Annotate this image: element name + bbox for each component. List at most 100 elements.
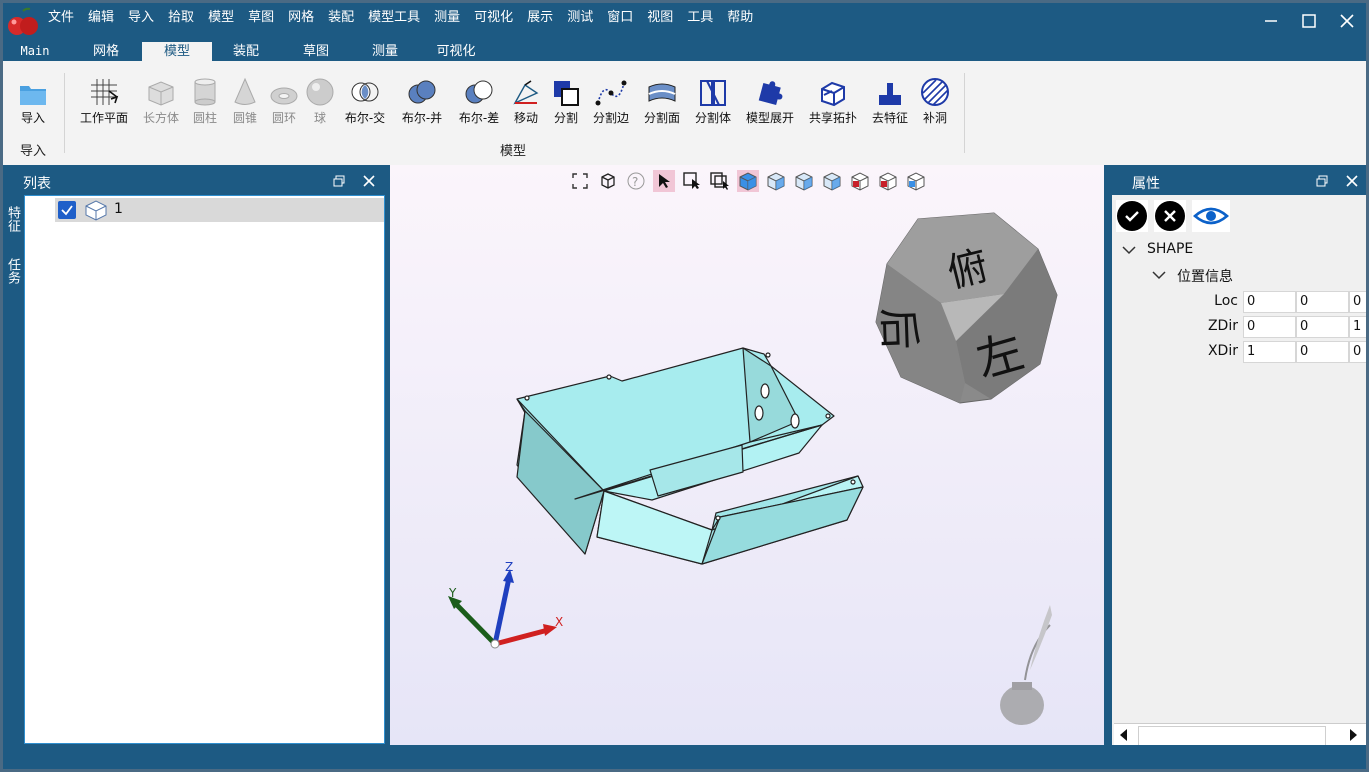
cube-face-side: 后 <box>873 306 925 351</box>
property-name: ZDir <box>1207 318 1238 334</box>
menu-item[interactable]: 模型 <box>201 9 241 27</box>
view-front-icon[interactable] <box>765 170 787 192</box>
ribbon-button-label: 模型展开 <box>745 111 794 125</box>
boolean-union-icon <box>406 75 438 107</box>
ribbon-tab[interactable]: 装配 <box>215 42 277 61</box>
ribbon-separator <box>64 73 65 153</box>
menu-item[interactable]: 测量 <box>427 9 467 27</box>
3d-viewport[interactable]: 俯 左 后 Z Y X <box>390 165 1104 745</box>
ribbon-tab[interactable]: 测量 <box>355 42 415 61</box>
property-name: Loc <box>1214 293 1238 309</box>
axis-z-label: Z <box>505 560 514 574</box>
folder-icon <box>20 86 46 105</box>
ribbon-button-label: 布尔-并 <box>401 111 443 125</box>
list-panel-header: 列表 <box>3 167 383 195</box>
property-value-field[interactable]: 0 <box>1243 316 1296 338</box>
list-item[interactable]: 1 <box>55 198 384 222</box>
defeature-icon <box>877 75 903 107</box>
help-icon[interactable]: ? <box>625 170 647 192</box>
property-value-field[interactable]: 0 <box>1349 341 1366 363</box>
boolean-subtract-icon <box>463 75 495 107</box>
view-cut-icon[interactable] <box>877 170 899 192</box>
ribbon-tab[interactable]: 网格 <box>77 42 135 61</box>
view-iso-icon[interactable] <box>737 170 759 192</box>
maximize-button[interactable] <box>1290 3 1328 39</box>
menu-item[interactable]: 展示 <box>520 9 560 27</box>
ribbon-tab[interactable]: Main <box>3 42 67 61</box>
ribbon: 导入 导入 工作平面 长方体 圆柱 圆锥 圆环球布尔-交 布尔-并 布尔-差 移动 分割 分割边分… <box>3 61 1366 165</box>
menu-item[interactable]: 工具 <box>680 9 720 27</box>
property-value-field[interactable]: 0 <box>1296 291 1349 313</box>
confirm-icon[interactable] <box>1116 200 1148 232</box>
select-pointer-icon[interactable] <box>653 170 675 192</box>
box-select-icon[interactable] <box>681 170 703 192</box>
window-select-icon[interactable] <box>709 170 731 192</box>
unfold-puzzle-icon <box>755 75 785 107</box>
axis-y-label: Y <box>449 586 457 600</box>
menu-item[interactable]: 网格 <box>281 9 321 27</box>
import-group-label: 导入 <box>20 144 47 159</box>
view-right-icon[interactable] <box>793 170 815 192</box>
view-box-icon[interactable] <box>597 170 619 192</box>
property-value-field[interactable]: 0 <box>1296 341 1349 363</box>
menu-item[interactable]: 草图 <box>241 9 281 27</box>
property-value-field[interactable]: 1 <box>1243 341 1296 363</box>
chevron-down-icon[interactable] <box>1152 270 1166 280</box>
view-top-icon[interactable] <box>821 170 843 192</box>
scroll-right-icon[interactable] <box>1350 729 1358 741</box>
ribbon-button-label: 分割边 <box>592 111 629 125</box>
scene <box>448 212 1058 725</box>
scroll-left-icon[interactable] <box>1120 729 1128 741</box>
horizontal-scrollbar[interactable] <box>1114 723 1366 746</box>
menu-item[interactable]: 帮助 <box>720 9 760 27</box>
close-button[interactable] <box>1328 3 1366 39</box>
menu-item[interactable]: 测试 <box>560 9 600 27</box>
import-button-label: 导入 <box>20 111 45 125</box>
float-panel-icon[interactable] <box>1316 175 1328 187</box>
ribbon-tab[interactable]: 草图 <box>285 42 347 61</box>
ribbon-button-label: 球 <box>313 111 326 125</box>
view-section-icon[interactable] <box>849 170 871 192</box>
ribbon-button[interactable]: 模型展开 <box>736 75 804 127</box>
part-cube-icon <box>85 200 107 221</box>
side-tab-tasks[interactable]: 任务 <box>3 247 22 295</box>
ribbon-tab[interactable]: 模型 <box>142 42 212 61</box>
menu-item[interactable]: 视图 <box>640 9 680 27</box>
fit-all-icon[interactable] <box>569 170 591 192</box>
axis-x-label: X <box>555 615 564 629</box>
menu-item[interactable]: 拾取 <box>161 9 201 27</box>
menu-item[interactable]: 装配 <box>321 9 361 27</box>
menu-item[interactable]: 模型工具 <box>361 9 427 27</box>
cancel-icon[interactable] <box>1154 200 1186 232</box>
property-value-field[interactable]: 0 <box>1243 291 1296 313</box>
import-button[interactable]: 导入 <box>15 75 51 127</box>
scrollbar-thumb[interactable] <box>1138 726 1326 746</box>
chevron-down-icon[interactable] <box>1122 245 1136 255</box>
shape-node-label: SHAPE <box>1147 241 1194 257</box>
menu-item[interactable]: 编辑 <box>81 9 121 27</box>
view-wire-icon[interactable] <box>905 170 927 192</box>
menu-item[interactable]: 窗口 <box>600 9 640 27</box>
properties-panel-title: 属性 <box>1132 176 1160 192</box>
minimize-button[interactable] <box>1252 3 1290 39</box>
ribbon-separator <box>964 73 965 153</box>
checkbox-checked-icon[interactable] <box>58 201 76 219</box>
property-value-field[interactable]: 0 <box>1349 291 1366 313</box>
shared-topology-icon <box>818 75 848 107</box>
ribbon-tab[interactable]: 可视化 <box>420 42 492 61</box>
side-tab-features[interactable]: 特征 <box>3 197 22 241</box>
close-panel-icon[interactable] <box>1346 175 1358 187</box>
eye-icon[interactable] <box>1192 200 1230 232</box>
property-value-field[interactable]: 1 <box>1349 316 1366 338</box>
ribbon-button[interactable]: 补洞 <box>901 75 969 127</box>
menu-item[interactable]: 可视化 <box>467 9 520 27</box>
sheet-metal-model[interactable] <box>516 347 864 565</box>
list-item-label: 1 <box>114 201 123 217</box>
close-panel-icon[interactable] <box>363 175 375 187</box>
float-panel-icon[interactable] <box>333 175 345 187</box>
menu-item[interactable]: 导入 <box>121 9 161 27</box>
menu-item[interactable]: 文件 <box>41 9 81 27</box>
property-value-field[interactable]: 0 <box>1296 316 1349 338</box>
workplane-grid-icon <box>89 75 119 107</box>
boolean-intersect-icon <box>349 75 381 107</box>
